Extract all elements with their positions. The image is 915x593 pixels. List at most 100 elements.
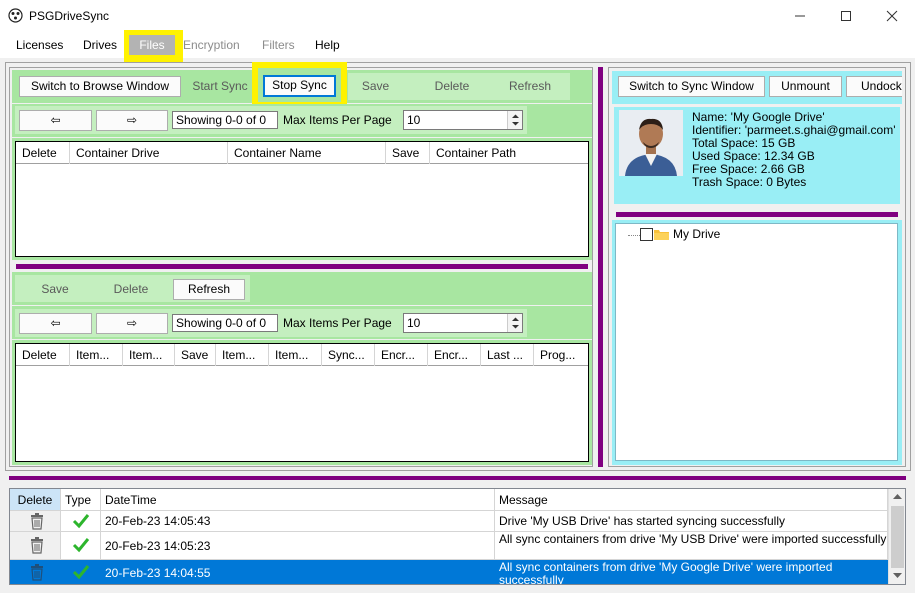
next-page-button-2[interactable]: ⇨ (96, 313, 168, 334)
menu-licenses[interactable]: Licenses (16, 32, 63, 58)
max-items-spinner-2[interactable] (507, 314, 522, 332)
log-delete-cell[interactable] (10, 532, 61, 560)
log-col-message[interactable]: Message (495, 489, 888, 511)
minimize-icon (795, 15, 805, 17)
checkbox-icon[interactable] (640, 228, 653, 241)
items-col-encr-1[interactable]: Encr... (375, 344, 428, 366)
log-message: All sync containers from drive 'My USB D… (495, 532, 888, 560)
log-type-cell (61, 560, 101, 584)
scroll-thumb[interactable] (891, 506, 904, 568)
minimize-button[interactable] (777, 0, 823, 32)
log-message: Drive 'My USB Drive' has started syncing… (495, 511, 888, 532)
delete-button[interactable]: Delete (418, 76, 486, 97)
col-container-path[interactable]: Container Path (430, 142, 588, 164)
drive-info-panel: Name: 'My Google Drive' Identifier: 'par… (614, 107, 900, 204)
items-refresh-button[interactable]: Refresh (173, 279, 245, 300)
log-delete-cell[interactable] (10, 560, 61, 584)
prev-arrow-icon: ⇦ (50, 113, 61, 127)
log-splitter[interactable] (9, 476, 906, 480)
stop-sync-button[interactable]: Stop Sync (263, 75, 336, 97)
switch-sync-button[interactable]: Switch to Sync Window (618, 76, 765, 97)
items-col-encr-2[interactable]: Encr... (428, 344, 481, 366)
log-message: All sync containers from drive 'My Googl… (495, 560, 888, 584)
trash-icon[interactable] (14, 511, 60, 531)
menu-files[interactable]: Files (129, 35, 175, 55)
scroll-down-icon[interactable] (893, 572, 902, 580)
drive-tree[interactable]: My Drive (615, 223, 898, 461)
menu-encryption[interactable]: Encryption (183, 32, 240, 58)
items-col-save[interactable]: Save (175, 344, 216, 366)
items-col-last[interactable]: Last ... (481, 344, 534, 366)
log-col-datetime[interactable]: DateTime (101, 489, 495, 511)
log-row[interactable]: 20-Feb-23 14:05:23 All sync containers f… (10, 532, 888, 560)
showing-range-field-2: Showing 0-0 of 0 (172, 314, 278, 332)
menu-drives[interactable]: Drives (83, 32, 117, 58)
items-col-sync[interactable]: Sync... (322, 344, 375, 366)
spinner-down-icon (512, 317, 519, 329)
items-col-2[interactable]: Item... (123, 344, 175, 366)
col-delete[interactable]: Delete (16, 142, 70, 164)
col-container-name[interactable]: Container Name (228, 142, 386, 164)
log-scrollbar[interactable] (888, 489, 905, 584)
max-items-input-2[interactable]: 10 (403, 313, 523, 333)
log-type-cell (61, 532, 101, 560)
vertical-splitter[interactable] (598, 67, 603, 467)
start-sync-button[interactable]: Start Sync (186, 76, 254, 97)
items-col-1[interactable]: Item... (70, 344, 123, 366)
app-icon (8, 8, 23, 23)
items-grid[interactable]: Delete Item... Item... Save Item... Item… (15, 343, 589, 462)
log-datetime: 20-Feb-23 14:04:55 (101, 560, 495, 584)
undock-button[interactable]: Undock (846, 76, 902, 97)
col-save[interactable]: Save (386, 142, 430, 164)
folder-icon (654, 230, 669, 240)
trash-icon[interactable] (14, 560, 60, 584)
menu-help[interactable]: Help (315, 32, 340, 58)
items-grid-header: Delete Item... Item... Save Item... Item… (16, 344, 588, 366)
max-items-spinner[interactable] (507, 111, 522, 129)
items-col-3[interactable]: Item... (216, 344, 269, 366)
spinner-up-icon (512, 114, 519, 126)
drive-splitter[interactable] (616, 212, 898, 217)
menu-filters[interactable]: Filters (262, 32, 295, 58)
avatar (619, 110, 683, 176)
prev-page-button[interactable]: ⇦ (19, 110, 92, 131)
log-row-selected[interactable]: 20-Feb-23 14:04:55 All sync containers f… (10, 560, 888, 584)
showing-range-field: Showing 0-0 of 0 (172, 111, 278, 129)
save-button[interactable]: Save (348, 76, 403, 97)
tree-node-my-drive[interactable]: My Drive (673, 227, 720, 241)
log-datetime: 20-Feb-23 14:05:23 (101, 532, 495, 560)
drive-info-text: Name: 'My Google Drive' Identifier: 'par… (692, 111, 896, 189)
trash-icon[interactable] (14, 532, 60, 558)
log-col-delete[interactable]: Delete (10, 489, 61, 511)
next-page-button[interactable]: ⇨ (96, 110, 168, 131)
next-arrow-icon: ⇨ (126, 316, 138, 330)
log-table[interactable]: Delete Type DateTime Message 20-Feb-23 1… (9, 488, 906, 585)
unmount-button[interactable]: Unmount (769, 76, 842, 97)
items-delete-button[interactable]: Delete (96, 279, 166, 300)
items-save-button[interactable]: Save (22, 279, 88, 300)
col-container-drive[interactable]: Container Drive (70, 142, 228, 164)
check-icon (72, 565, 90, 580)
maximize-button[interactable] (823, 0, 869, 32)
log-col-type[interactable]: Type (61, 489, 101, 511)
containers-grid-header: Delete Container Drive Container Name Sa… (16, 142, 588, 164)
max-items-label: Max Items Per Page (283, 113, 392, 127)
maximize-icon (841, 11, 851, 21)
horizontal-splitter[interactable] (16, 264, 588, 269)
containers-grid[interactable]: Delete Container Drive Container Name Sa… (15, 141, 589, 257)
close-icon (886, 10, 898, 22)
switch-browse-button[interactable]: Switch to Browse Window (19, 76, 181, 97)
close-button[interactable] (869, 0, 915, 32)
refresh-button[interactable]: Refresh (494, 76, 566, 97)
log-row[interactable]: 20-Feb-23 14:05:43 Drive 'My USB Drive' … (10, 511, 888, 532)
log-datetime: 20-Feb-23 14:05:43 (101, 511, 495, 532)
items-col-prog[interactable]: Prog... (534, 344, 588, 366)
items-col-4[interactable]: Item... (269, 344, 322, 366)
items-col-delete[interactable]: Delete (16, 344, 70, 366)
log-delete-cell[interactable] (10, 511, 61, 532)
window-title: PSGDriveSync (29, 9, 110, 23)
prev-page-button-2[interactable]: ⇦ (19, 313, 92, 334)
max-items-input[interactable]: 10 (403, 110, 523, 130)
title-bar: PSGDriveSync (0, 0, 915, 32)
scroll-up-icon[interactable] (893, 493, 902, 501)
